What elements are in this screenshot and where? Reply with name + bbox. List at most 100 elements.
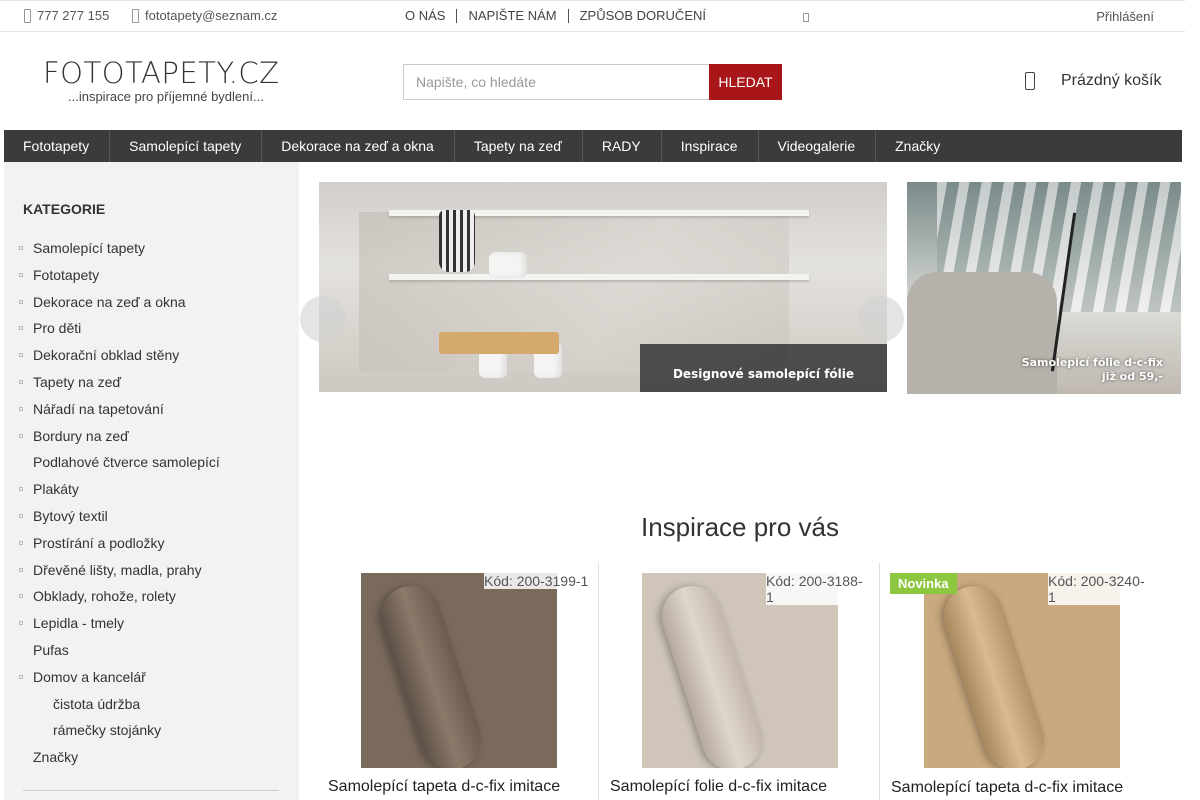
- main-banner[interactable]: Designové samolepící fólie: [319, 182, 887, 392]
- sidebar-item-label: Pro děti: [33, 320, 82, 337]
- sidebar-divider: [23, 790, 279, 791]
- cart[interactable]: Prázdný košík: [1025, 72, 1161, 90]
- slider-next-arrow[interactable]: [858, 296, 904, 342]
- product-card[interactable]: Kód: 200-3188-1 Samolepící folie d-c-fix…: [598, 563, 868, 800]
- phone-icon: [24, 8, 31, 23]
- bullet-icon: [19, 299, 23, 304]
- sidebar-item[interactable]: Plakáty: [18, 476, 220, 503]
- bullet-icon: [19, 406, 23, 411]
- nav-item-znacky[interactable]: Značky: [876, 130, 960, 162]
- email-contact[interactable]: fototapety@seznam.cz: [132, 8, 277, 23]
- product-name[interactable]: Samolepící tapeta d-c-fix imitace: [891, 779, 1123, 797]
- main-banner-caption: Designové samolepící fólie: [640, 344, 887, 392]
- bullet-icon: [19, 272, 23, 277]
- phone-number: 777 277 155: [37, 8, 110, 23]
- sidebar-item[interactable]: Dřevěné lišty, madla, prahy: [18, 557, 220, 584]
- sidebar-item[interactable]: Bordury na zeď: [18, 423, 220, 450]
- new-badge: Novinka: [890, 573, 957, 594]
- sidebar-item[interactable]: Podlahové čtverce samolepící: [18, 449, 220, 476]
- product-code: Kód: 200-3199-1: [484, 573, 589, 589]
- sidebar-item-label: Domov a kancelář: [33, 668, 146, 685]
- product-roll: [373, 578, 489, 768]
- nav-item-fototapety[interactable]: Fototapety: [4, 130, 111, 162]
- sidebar-item-label: Prostírání a podložky: [33, 534, 165, 551]
- top-link-contact[interactable]: NAPIŠTE NÁM: [458, 8, 566, 23]
- product-code: Kód: 200-3188-1: [766, 573, 868, 605]
- top-link-delivery[interactable]: ZPŮSOB DORUČENÍ: [570, 8, 716, 23]
- sidebar-item[interactable]: Prostírání a podložky: [18, 530, 220, 557]
- product-roll: [936, 578, 1052, 768]
- sidebar-item[interactable]: Pufas: [18, 637, 220, 664]
- sidebar-item-label: Bordury na zeď: [33, 427, 129, 444]
- side-banner-caption-line: již od 59,-: [1101, 370, 1163, 383]
- sidebar-subitem[interactable]: rámečky stojánky: [18, 717, 220, 744]
- bullet-icon: [19, 433, 23, 438]
- bullet-icon: [19, 379, 23, 384]
- sidebar-item-label: Obklady, rohože, rolety: [33, 588, 176, 605]
- divider: [567, 8, 569, 23]
- product-image[interactable]: [361, 573, 557, 768]
- main-navigation: Fototapety Samolepící tapety Dekorace na…: [4, 130, 1182, 162]
- banner-vase: [439, 210, 475, 272]
- side-banner[interactable]: Samolepicí fólie d-c-fix již od 59,-: [907, 182, 1181, 394]
- sidebar-item[interactable]: Dekorace na zeď a okna: [18, 289, 220, 316]
- bullet-icon: [19, 540, 23, 545]
- nav-item-inspirace[interactable]: Inspirace: [662, 130, 759, 162]
- mail-icon: [132, 8, 139, 23]
- product-card[interactable]: Kód: 200-3199-1 Samolepící tapeta d-c-fi…: [328, 563, 598, 800]
- category-sidebar: KATEGORIE Samolepící tapety Fototapety D…: [4, 162, 299, 800]
- sidebar-item-label: Pufas: [33, 641, 69, 658]
- slider-prev-arrow[interactable]: [300, 296, 346, 342]
- sidebar-item[interactable]: Bytový textil: [18, 503, 220, 530]
- sidebar-item-label: Bytový textil: [33, 507, 108, 524]
- sidebar-item[interactable]: Nářadí na tapetování: [18, 396, 220, 423]
- top-link-about[interactable]: O NÁS: [395, 8, 455, 23]
- nav-item-samolepici-tapety[interactable]: Samolepící tapety: [110, 130, 263, 162]
- product-card[interactable]: Novinka Kód: 200-3240-1 Samolepící tapet…: [879, 563, 1149, 800]
- logo-text: FOTOTAPETY.CZ: [43, 56, 280, 90]
- sidebar-item-label: čistota údržba: [53, 695, 141, 712]
- sidebar-item[interactable]: Samolepící tapety: [18, 235, 220, 262]
- email-address: fototapety@seznam.cz: [145, 8, 278, 23]
- search-input[interactable]: [403, 64, 709, 100]
- nav-item-tapety[interactable]: Tapety na zeď: [455, 130, 583, 162]
- top-nav: O NÁS NAPIŠTE NÁM ZPŮSOB DORUČENÍ: [395, 8, 716, 23]
- sidebar-item-label: Dekorační obklad stěny: [33, 347, 180, 364]
- site-logo[interactable]: FOTOTAPETY.CZ ...inspirace pro příjemné …: [43, 56, 283, 104]
- sidebar-item-label: Podlahové čtverce samolepící: [33, 454, 220, 471]
- sidebar-title: KATEGORIE: [23, 201, 106, 217]
- side-banner-caption-line: Samolepicí fólie d-c-fix: [1021, 356, 1163, 369]
- product-name[interactable]: Samolepící folie d-c-fix imitace: [610, 778, 827, 796]
- sidebar-item-label: Fototapety: [33, 266, 100, 283]
- language-flag-icon[interactable]: [803, 13, 809, 22]
- sidebar-item[interactable]: Pro děti: [18, 315, 220, 342]
- top-bar: 777 277 155 fototapety@seznam.cz O NÁS N…: [0, 0, 1185, 32]
- login-link[interactable]: Přihlášení: [1096, 9, 1154, 24]
- search-button[interactable]: HLEDAT: [709, 64, 782, 100]
- sidebar-item-label: Samolepící tapety: [33, 240, 146, 256]
- nav-item-rady[interactable]: RADY: [583, 130, 662, 162]
- bullet-icon: [19, 594, 23, 599]
- product-name[interactable]: Samolepící tapeta d-c-fix imitace: [328, 778, 560, 796]
- sidebar-item[interactable]: Tapety na zeď: [18, 369, 220, 396]
- sidebar-item[interactable]: Dekorační obklad stěny: [18, 342, 220, 369]
- cart-icon: [1025, 72, 1035, 90]
- sidebar-item[interactable]: Domov a kancelář: [18, 664, 220, 691]
- sidebar-item[interactable]: Lepidla - tmely: [18, 610, 220, 637]
- nav-item-videogalerie[interactable]: Videogalerie: [759, 130, 877, 162]
- search-form: HLEDAT: [403, 64, 782, 100]
- bullet-icon: [19, 674, 23, 679]
- phone-contact[interactable]: 777 277 155: [24, 8, 109, 23]
- sidebar-item[interactable]: Značky: [18, 744, 220, 771]
- sidebar-item[interactable]: Obklady, rohože, rolety: [18, 583, 220, 610]
- category-list: Samolepící tapety Fototapety Dekorace na…: [18, 235, 220, 771]
- sidebar-item[interactable]: Fototapety: [18, 262, 220, 289]
- sidebar-subitem[interactable]: čistota údržba: [18, 691, 220, 718]
- bullet-icon: [19, 567, 23, 572]
- cart-label: Prázdný košík: [1061, 72, 1162, 89]
- product-roll: [654, 578, 770, 768]
- sidebar-item-label: rámečky stojánky: [53, 722, 162, 739]
- nav-item-dekorace[interactable]: Dekorace na zeď a okna: [262, 130, 455, 162]
- bullet-icon: [19, 487, 23, 492]
- banner-shelf: [389, 274, 809, 280]
